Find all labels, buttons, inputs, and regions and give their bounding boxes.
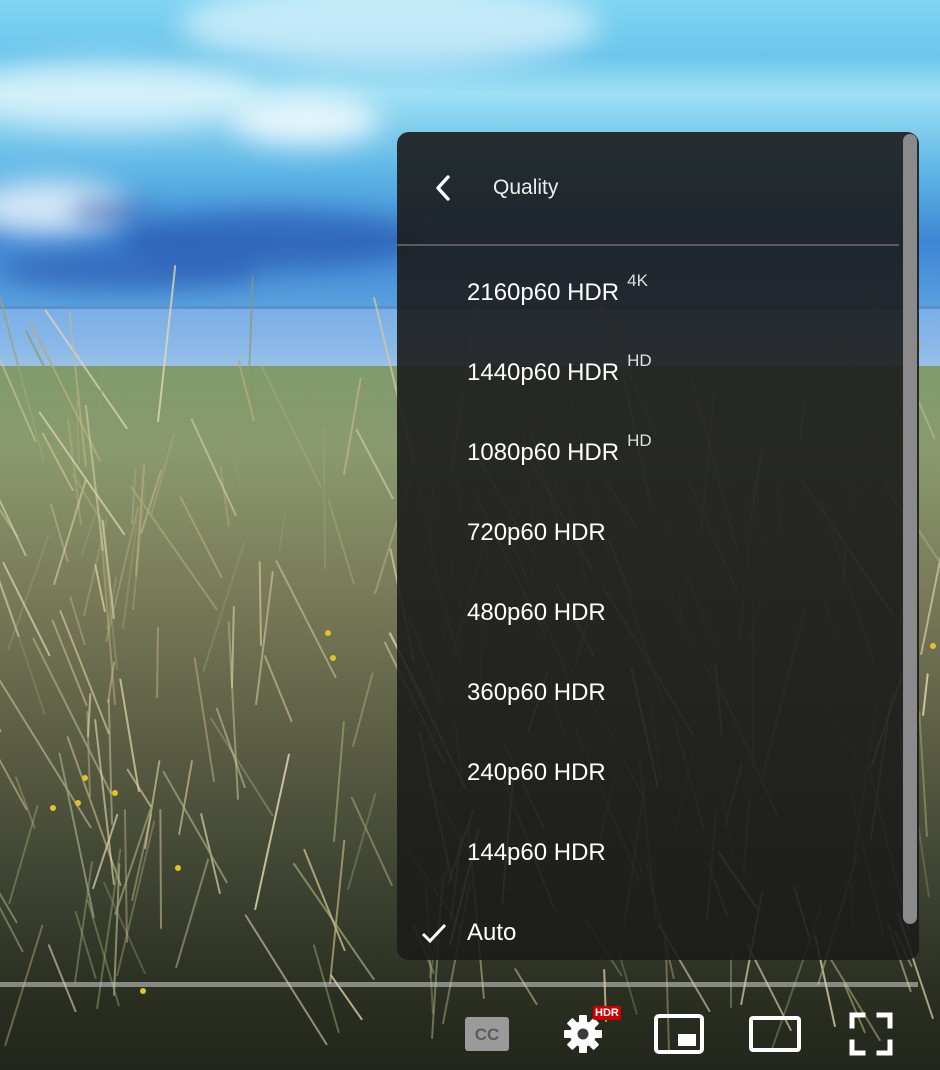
quality-option-text: 720p60 HDR xyxy=(467,519,606,546)
quality-option-text: 1440p60 HDR xyxy=(467,359,620,386)
header-divider xyxy=(397,244,899,246)
chevron-left-icon[interactable] xyxy=(433,174,453,202)
flower xyxy=(82,775,88,781)
quality-option[interactable]: 2160p60 HDR 4K xyxy=(397,253,899,333)
cloud xyxy=(70,200,150,225)
quality-option[interactable]: 1080p60 HDR HD xyxy=(397,413,899,493)
quality-option-label: 720p60 HDR xyxy=(467,493,606,573)
progress-bar[interactable] xyxy=(0,982,918,987)
flower xyxy=(75,800,81,806)
quality-option-text: 240p60 HDR xyxy=(467,759,606,786)
quality-option[interactable]: 360p60 HDR xyxy=(397,653,899,733)
quality-option-label: 240p60 HDR xyxy=(467,733,606,813)
grass-blade xyxy=(159,809,162,930)
quality-option[interactable]: 1440p60 HDR HD xyxy=(397,333,899,413)
theater-mode-icon[interactable] xyxy=(749,1016,801,1052)
quality-option-label: 2160p60 HDR 4K xyxy=(467,253,648,333)
quality-settings-panel: Quality 2160p60 HDR 4K 1440p60 HDR HD 1080p6… xyxy=(397,132,919,960)
captions-icon[interactable]: CC xyxy=(465,1017,509,1051)
captions-label: CC xyxy=(475,1025,500,1044)
quality-option-text: 480p60 HDR xyxy=(467,599,606,626)
quality-option-label: 480p60 HDR xyxy=(467,573,606,653)
quality-option-label: 360p60 HDR xyxy=(467,653,606,733)
flower xyxy=(330,655,336,661)
fullscreen-icon[interactable] xyxy=(849,1012,893,1056)
flower xyxy=(50,805,56,811)
panel-title: Quality xyxy=(493,176,559,199)
flower xyxy=(140,988,146,994)
quality-option-text: 2160p60 HDR xyxy=(467,279,620,306)
quality-option-text: Auto xyxy=(467,919,517,946)
flower xyxy=(930,643,936,649)
flower xyxy=(175,865,181,871)
cloud xyxy=(230,95,380,145)
quality-option[interactable]: 480p60 HDR xyxy=(397,573,899,653)
quality-option-label: 1080p60 HDR HD xyxy=(467,413,652,493)
flower xyxy=(112,790,118,796)
flower xyxy=(325,630,331,636)
quality-option-label: Auto xyxy=(467,893,516,960)
quality-option[interactable]: 720p60 HDR xyxy=(397,493,899,573)
miniplayer-icon[interactable] xyxy=(654,1013,704,1055)
cloud xyxy=(0,250,260,290)
resolution-badge: HD xyxy=(627,351,652,370)
quality-option-text: 144p60 HDR xyxy=(467,839,606,866)
resolution-badge: HD xyxy=(627,431,652,450)
panel-header: Quality xyxy=(397,132,899,244)
quality-option-text: 1080p60 HDR xyxy=(467,439,620,466)
quality-option[interactable]: 144p60 HDR xyxy=(397,813,899,893)
hdr-badge: HDR xyxy=(593,1006,621,1020)
panel-scrollbar[interactable] xyxy=(903,134,917,924)
quality-option-text: 360p60 HDR xyxy=(467,679,606,706)
quality-option[interactable]: Auto xyxy=(397,893,899,960)
quality-option[interactable]: 240p60 HDR xyxy=(397,733,899,813)
resolution-badge: 4K xyxy=(627,271,648,290)
quality-option-label: 1440p60 HDR HD xyxy=(467,333,652,413)
checkmark-icon xyxy=(421,923,447,944)
quality-option-label: 144p60 HDR xyxy=(467,813,606,893)
